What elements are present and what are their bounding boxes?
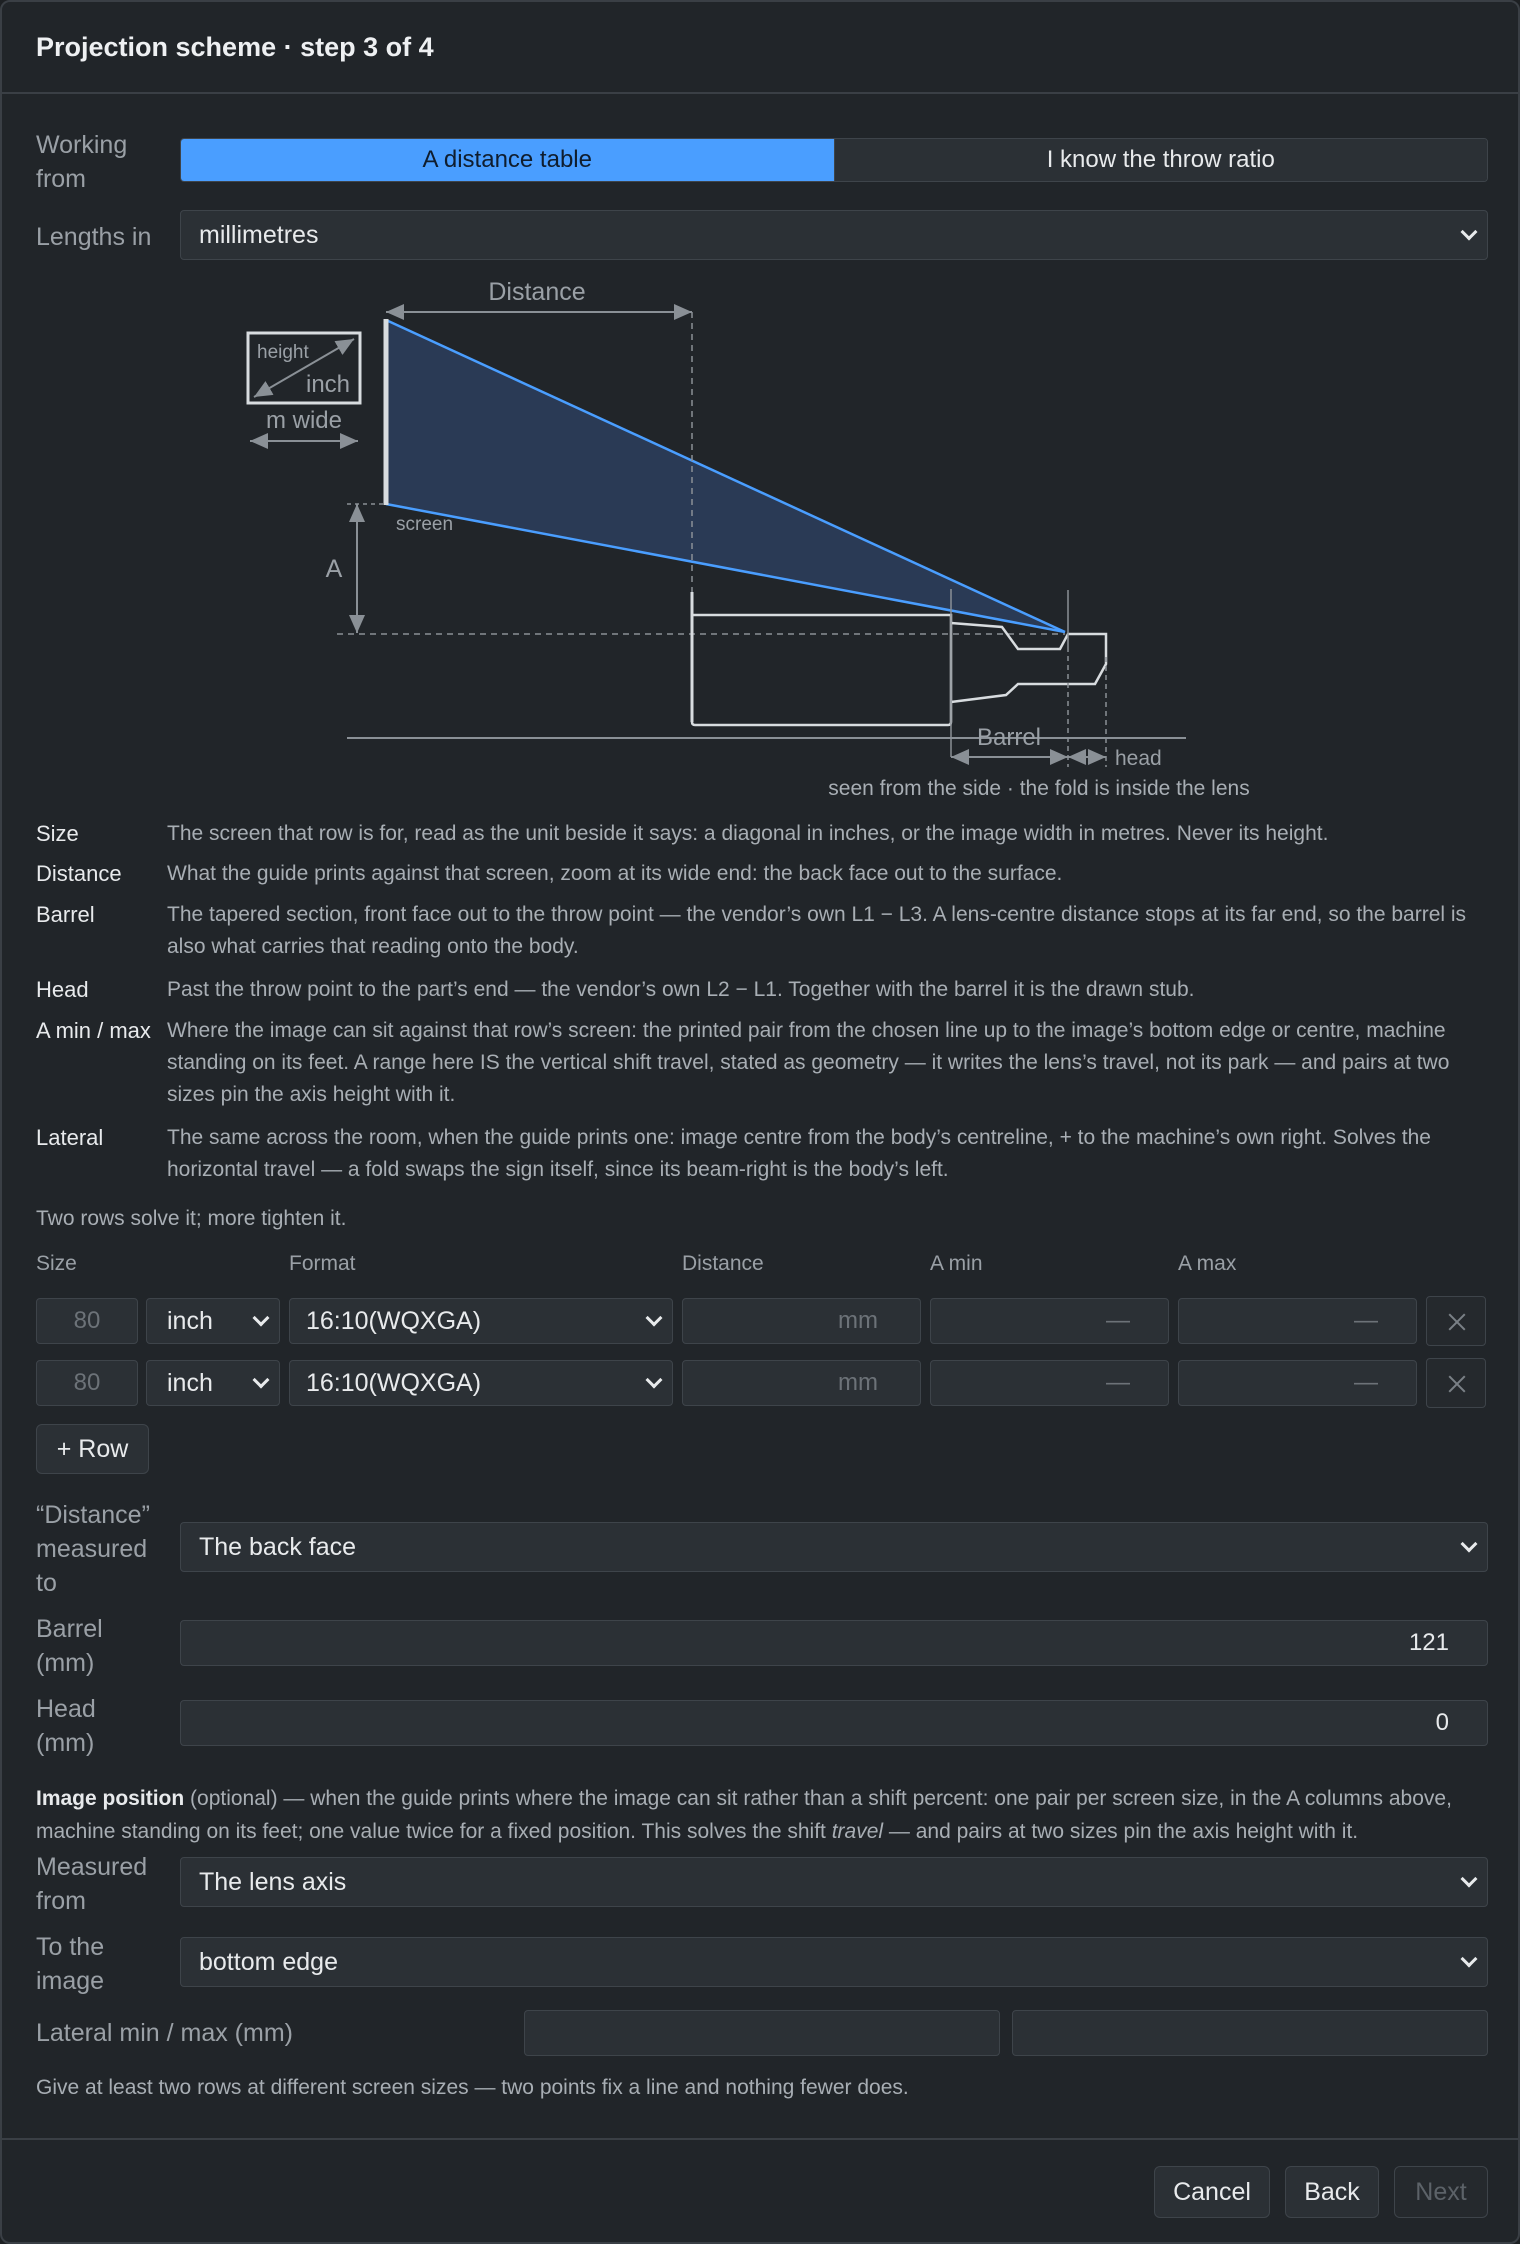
def-a-min-max: A min / max Where the image can sit again…	[36, 1018, 1450, 1106]
a-min-input[interactable]: —	[930, 1360, 1169, 1406]
option-distance-table[interactable]: A distance table	[181, 139, 834, 181]
chevron-down-icon	[645, 1309, 663, 1327]
chevron-down-icon	[252, 1371, 270, 1389]
dialog-header: Projection scheme · step 3 of 4	[2, 2, 1518, 94]
dialog-footer	[2, 2138, 1518, 2140]
measured-from-label: Measured from	[36, 1853, 148, 1915]
unit-select[interactable]: inch	[146, 1298, 280, 1344]
lateral-label: Lateral min / max (mm)	[36, 2019, 293, 2047]
format-select[interactable]: 16:10(WQXGA)	[289, 1360, 673, 1406]
a-min-input[interactable]: —	[930, 1298, 1169, 1344]
barrel-input[interactable]: 121	[180, 1620, 1488, 1666]
col-a-min: A min	[930, 1252, 983, 1275]
next-button[interactable]: Next	[1394, 2166, 1488, 2218]
chevron-down-icon	[252, 1309, 270, 1327]
a-max-input[interactable]: —	[1178, 1360, 1417, 1406]
bottom-note: Give at least two rows at different scre…	[36, 2076, 909, 2099]
measured-from-select[interactable]: The lens axis	[180, 1857, 1488, 1907]
head-label: Head (mm)	[36, 1695, 96, 1757]
inch-label: inch	[306, 371, 350, 398]
back-button[interactable]: Back	[1285, 2166, 1379, 2218]
unit-select[interactable]: inch	[146, 1360, 280, 1406]
chevron-down-icon	[1460, 223, 1478, 241]
col-a-max: A max	[1178, 1252, 1237, 1275]
lens-stub	[950, 621, 1108, 704]
col-format: Format	[289, 1252, 356, 1275]
diagram-caption: seen from the side · the fold is inside …	[828, 777, 1249, 800]
distance-input[interactable]: mm	[682, 1298, 921, 1344]
head-dim-label: head	[1115, 747, 1162, 770]
to-image-label: To the image	[36, 1933, 105, 1995]
chevron-down-icon	[1460, 1535, 1478, 1553]
size-input[interactable]: 80	[36, 1298, 138, 1344]
m-wide-label: m wide	[266, 407, 342, 434]
distance-to-select[interactable]: The back face	[180, 1522, 1488, 1572]
lengths-in-value: millimetres	[199, 220, 319, 249]
distance-input[interactable]: mm	[682, 1360, 921, 1406]
a-dim-label: A	[326, 555, 343, 583]
distance-dim-label: Distance	[488, 278, 585, 306]
chevron-down-icon	[645, 1371, 663, 1389]
distance-to-label: “Distance” measured to	[36, 1501, 150, 1597]
a-max-input[interactable]: —	[1178, 1298, 1417, 1344]
dialog-title: Projection scheme · step 3 of 4	[36, 31, 434, 62]
image-position-note: Image position (optional) — when the gui…	[36, 1787, 1452, 1843]
head-input[interactable]: 0	[180, 1700, 1488, 1746]
cancel-button[interactable]: Cancel	[1154, 2166, 1270, 2218]
working-from-toggle[interactable]: A distance table I know the throw ratio	[180, 138, 1488, 182]
def-lateral: Lateral The same across the room, when th…	[36, 1125, 1431, 1181]
to-image-select[interactable]: bottom edge	[180, 1937, 1488, 1987]
def-distance: Distance What the guide prints against th…	[36, 861, 1063, 886]
barrel-dim-label: Barrel	[977, 724, 1041, 751]
lateral-min-input[interactable]	[524, 2010, 1000, 2056]
side-view-diagram: screen Distance height inch m wide A Bar…	[246, 278, 1250, 800]
barrel-label: Barrel (mm)	[36, 1615, 103, 1677]
lengths-in-label: Lengths in	[36, 223, 152, 251]
add-row-button[interactable]: + Row	[36, 1424, 149, 1474]
projection-dialog: Projection scheme · step 3 of 4 Working …	[0, 0, 1520, 2244]
col-distance: Distance	[682, 1252, 764, 1275]
projector-body	[690, 613, 953, 727]
def-size: Size The screen that row is for, read as …	[36, 821, 1329, 846]
rows-note: Two rows solve it; more tighten it.	[36, 1207, 347, 1230]
lateral-max-input[interactable]	[1012, 2010, 1488, 2056]
col-size: Size	[36, 1252, 77, 1275]
option-throw-ratio[interactable]: I know the throw ratio	[833, 139, 1487, 181]
size-input[interactable]: 80	[36, 1360, 138, 1406]
def-head: Head Past the throw point to the part’s e…	[36, 977, 1195, 1002]
chevron-down-icon	[1460, 1870, 1478, 1888]
remove-row-button[interactable]	[1426, 1358, 1486, 1408]
lengths-in-select[interactable]: millimetres	[180, 210, 1488, 260]
chevron-down-icon	[1460, 1950, 1478, 1968]
working-from-label: Working from	[36, 131, 128, 193]
remove-row-button[interactable]	[1426, 1296, 1486, 1346]
def-barrel: Barrel The tapered section, front face ou…	[36, 902, 1467, 958]
screen-label: screen	[396, 514, 453, 535]
format-select[interactable]: 16:10(WQXGA)	[289, 1298, 673, 1344]
height-label: height	[257, 342, 309, 363]
